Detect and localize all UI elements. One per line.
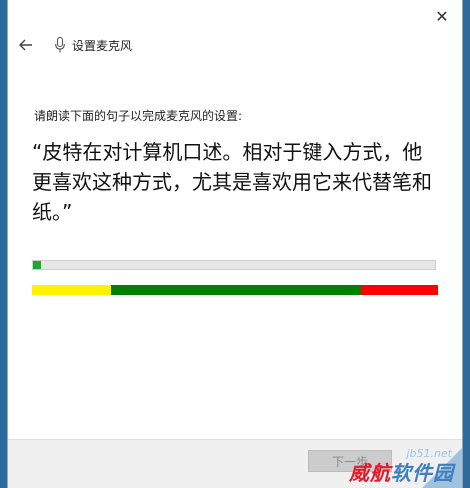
back-arrow-icon <box>19 39 32 51</box>
microphone-setup-window: ✕ 设置麦克风 请朗读下面的句子以完成麦克风的设置: “皮特在对计算机口述。相对… <box>8 0 462 488</box>
microphone-icon <box>52 36 68 54</box>
close-button[interactable]: ✕ <box>422 0 462 32</box>
read-aloud-sentence: “皮特在对计算机口述。相对于键入方式，他更喜欢这种方式，尤其是喜欢用它来代替笔和… <box>32 140 432 224</box>
mic-level-fill <box>33 261 42 269</box>
volume-scale-bar <box>32 285 438 295</box>
watermark-brand-red: 威航 <box>349 461 391 485</box>
close-icon: ✕ <box>435 6 449 26</box>
back-button[interactable] <box>14 33 38 57</box>
mic-level-meter <box>32 260 436 270</box>
watermark-brand-blue: 软件园 <box>391 461 454 485</box>
volume-scale-segment <box>360 285 438 295</box>
instruction-text: 请朗读下面的句子以完成麦克风的设置: <box>34 109 243 123</box>
volume-scale-segment <box>111 285 361 295</box>
volume-scale-segment <box>32 285 112 295</box>
watermark: 威航 软件园 <box>349 457 454 486</box>
window-title: 设置麦克风 <box>72 38 133 53</box>
header: 设置麦克风 <box>8 30 132 60</box>
